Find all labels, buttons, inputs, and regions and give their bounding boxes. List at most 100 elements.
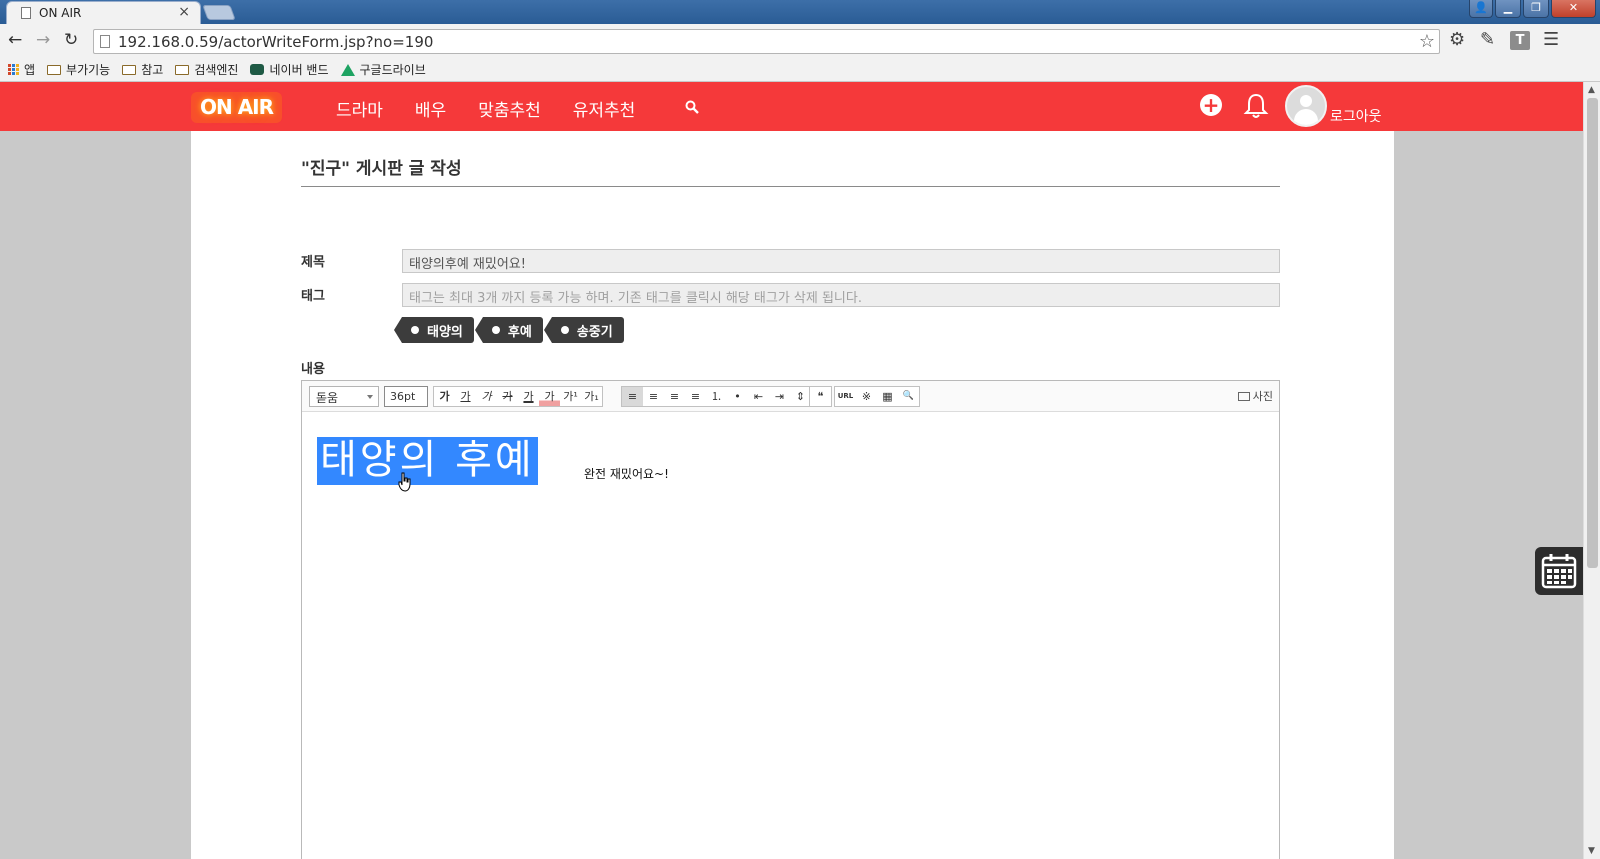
align-left-button[interactable]: ≡ [622, 387, 643, 406]
site-logo[interactable]: ON AIR [191, 92, 283, 123]
main-nav: 드라마 배우 맞춤추천 유저추천 [336, 96, 667, 121]
italic-button[interactable]: 가 [476, 387, 497, 406]
url-text[interactable]: 192.168.0.59/actorWriteForm.jsp?no=190 [118, 33, 433, 51]
scroll-up-icon[interactable]: ▲ [1588, 85, 1595, 95]
minimize-button[interactable]: ▁ [1495, 0, 1521, 18]
url-button[interactable]: URL [835, 387, 856, 406]
maximize-button[interactable]: ❐ [1523, 0, 1549, 18]
highlight-color-button[interactable]: 가 [539, 387, 560, 406]
page-title: "진구" 게시판 글 작성 [301, 159, 462, 179]
find-button[interactable]: 🔍 [898, 387, 919, 406]
nav-item-drama[interactable]: 드라마 [336, 96, 383, 121]
page-viewport: ON AIR 드라마 배우 맞춤추천 유저추천 + 로그아웃 "진구" 게시판 … [0, 82, 1583, 859]
menu-icon[interactable]: ☰ [1543, 29, 1559, 50]
editor-toolbar: 돋움 36pt 가 가 가 가 가 가 가¹ 가₁ ≡ ≡ ≡ ≡ ⒈ • ⇤ … [302, 381, 1279, 412]
gear-icon[interactable]: ⚙ [1449, 29, 1465, 50]
nav-item-recommend[interactable]: 맞춤추천 [478, 96, 541, 121]
site-header: ON AIR 드라마 배우 맞춤추천 유저추천 + 로그아웃 [0, 82, 1583, 131]
title-label: 제목 [301, 255, 325, 270]
editor-content-area[interactable]: 태양의 후예 완전 재밌어요~! [302, 412, 1279, 859]
logout-link[interactable]: 로그아웃 [1330, 106, 1382, 126]
font-size-select[interactable]: 36pt [384, 386, 428, 407]
unordered-list-button[interactable]: • [727, 387, 748, 406]
photo-upload-button[interactable]: 사진 [1237, 388, 1273, 404]
bookmark-folder[interactable]: 참고 [122, 61, 163, 78]
text-style-group: 가 가 가 가 가 가 가¹ 가₁ [433, 386, 603, 407]
new-tab-button[interactable] [202, 5, 236, 20]
bookmark-label: 참고 [141, 63, 164, 77]
browser-titlebar: ON AIR × 👤 ▁ ❐ ✕ [0, 0, 1600, 24]
calendar-widget[interactable] [1535, 547, 1583, 595]
avatar[interactable] [1285, 85, 1327, 127]
google-drive-icon [340, 63, 355, 76]
superscript-button[interactable]: 가¹ [560, 387, 581, 406]
folder-icon [175, 64, 190, 75]
quote-group: ❝ [809, 386, 832, 407]
tag-input[interactable]: 태그는 최대 3개 까지 등록 가능 하며. 기존 태그를 클릭시 해당 태그가… [402, 283, 1280, 307]
outdent-button[interactable]: ⇤ [748, 387, 769, 406]
page-scrollbar[interactable]: ▲ ▼ [1583, 82, 1600, 859]
scroll-down-icon[interactable]: ▼ [1588, 846, 1595, 856]
bookmark-folder[interactable]: 검색엔진 [175, 61, 238, 78]
bookmark-apps[interactable]: 앱 [8, 61, 35, 78]
paragraph-group: ≡ ≡ ≡ ≡ ⒈ • ⇤ ⇥ ⇕ [621, 386, 812, 407]
add-icon[interactable]: + [1200, 94, 1222, 116]
selected-text[interactable]: 태양의 후예 [317, 437, 538, 485]
title-divider [301, 186, 1280, 187]
address-bar[interactable]: 192.168.0.59/actorWriteForm.jsp?no=190 ☆ [93, 29, 1440, 54]
back-icon[interactable]: ← [8, 30, 22, 50]
bookmark-naver-band[interactable]: 네이버 밴드 [250, 61, 329, 78]
bookmark-folder[interactable]: 부가기능 [47, 61, 110, 78]
nav-item-actor[interactable]: 배우 [415, 96, 446, 121]
search-icon[interactable] [685, 100, 699, 114]
table-button[interactable]: ▦ [877, 387, 898, 406]
font-family-select[interactable]: 돋움 [309, 386, 379, 407]
scroll-thumb[interactable] [1587, 98, 1598, 568]
profile-icon[interactable]: 👤 [1469, 0, 1493, 18]
tag-chip[interactable]: 후예 [474, 317, 543, 343]
ordered-list-button[interactable]: ⒈ [706, 387, 727, 406]
bookmark-label: 부가기능 [66, 63, 111, 77]
extension-t-icon[interactable]: T [1510, 31, 1530, 50]
page-icon [100, 35, 110, 48]
forward-icon[interactable]: → [36, 30, 50, 50]
body-text[interactable]: 완전 재밌어요~! [584, 465, 669, 482]
bold-button[interactable]: 가 [434, 387, 455, 406]
calendar-icon [1541, 554, 1577, 589]
title-input[interactable]: 태양의후예 재밌어요! [402, 249, 1280, 273]
align-right-button[interactable]: ≡ [664, 387, 685, 406]
write-form-panel: "진구" 게시판 글 작성 제목 태양의후예 재밌어요! 태그 태그는 최대 3… [191, 131, 1394, 859]
folder-icon [122, 64, 137, 75]
browser-toolbar: ← → ↻ 192.168.0.59/actorWriteForm.jsp?no… [0, 24, 1600, 58]
tag-chip[interactable]: 송중기 [543, 317, 624, 343]
tag-chip[interactable]: 태양의 [394, 317, 474, 343]
subscript-button[interactable]: 가₁ [581, 387, 602, 406]
align-center-button[interactable]: ≡ [643, 387, 664, 406]
bookmark-star-icon[interactable]: ☆ [1419, 31, 1435, 52]
bookmark-label: 앱 [24, 63, 36, 77]
browser-tab[interactable]: ON AIR × [6, 1, 201, 24]
hand-cursor-icon [398, 472, 411, 492]
band-icon [250, 64, 265, 75]
quote-button[interactable]: ❝ [810, 387, 831, 406]
special-char-button[interactable]: ※ [856, 387, 877, 406]
bookmark-label: 네이버 밴드 [269, 63, 329, 77]
eyedropper-icon[interactable]: ✎ [1480, 29, 1495, 50]
nav-item-user-recommend[interactable]: 유저추천 [573, 96, 636, 121]
bell-icon[interactable] [1243, 92, 1269, 120]
bookmark-label: 구글드라이브 [359, 63, 426, 77]
indent-button[interactable]: ⇥ [769, 387, 790, 406]
bookmark-google-drive[interactable]: 구글드라이브 [340, 61, 426, 78]
strikethrough-button[interactable]: 가 [497, 387, 518, 406]
underline-button[interactable]: 가 [455, 387, 476, 406]
window-close-button[interactable]: ✕ [1551, 0, 1596, 18]
line-height-button[interactable]: ⇕ [790, 387, 811, 406]
apps-grid-icon [8, 64, 19, 75]
tag-list: 태양의 후예 송중기 [394, 317, 633, 343]
tag-label: 태그 [301, 289, 325, 304]
camera-icon [1237, 392, 1250, 401]
reload-icon[interactable]: ↻ [64, 30, 78, 50]
font-color-button[interactable]: 가 [518, 387, 539, 406]
tab-close-icon[interactable]: × [178, 4, 190, 20]
justify-button[interactable]: ≡ [685, 387, 706, 406]
